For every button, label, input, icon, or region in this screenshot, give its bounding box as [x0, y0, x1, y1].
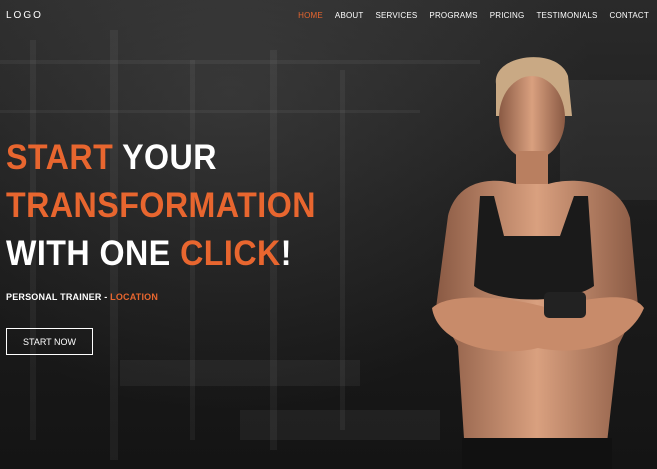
trainer-photo — [432, 57, 644, 469]
nav-item-about[interactable]: ABOUT — [329, 11, 370, 20]
wrist-wrap — [544, 292, 586, 318]
headline-line-3: WITH ONE CLICK! — [6, 230, 316, 278]
head — [499, 76, 565, 160]
nav-item-home[interactable]: HOME — [292, 11, 329, 20]
headline-start: START — [6, 138, 114, 177]
start-now-button[interactable]: START NOW — [6, 328, 93, 355]
hero-headline: START YOUR TRANSFORMATION WITH ONE CLICK… — [6, 134, 343, 278]
nav-item-contact[interactable]: CONTACT — [604, 11, 655, 20]
top-navigation: LOGO HOME ABOUT SERVICES PROGRAMS PRICIN… — [0, 0, 657, 30]
headline-line-1: START YOUR — [6, 134, 316, 182]
subtitle-role: PERSONAL TRAINER - — [6, 292, 111, 302]
headline-with-one: WITH ONE — [6, 234, 171, 273]
nav-item-services[interactable]: SERVICES — [369, 11, 423, 20]
neck — [516, 151, 548, 187]
subtitle-location: LOCATION — [110, 292, 159, 302]
nav-item-programs[interactable]: PROGRAMS — [423, 11, 483, 20]
headline-line-2: TRANSFORMATION — [6, 186, 316, 225]
nav-item-testimonials[interactable]: TESTIMONIALS — [530, 11, 603, 20]
headline-click: CLICK — [180, 234, 281, 273]
nav-menu: HOME ABOUT SERVICES PROGRAMS PRICING TES… — [292, 11, 655, 20]
shorts — [462, 438, 612, 469]
site-logo[interactable]: LOGO — [6, 10, 43, 21]
hero-subtitle: PERSONAL TRAINER - LOCATION — [6, 292, 158, 302]
headline-exclamation: ! — [280, 234, 292, 273]
nav-item-pricing[interactable]: PRICING — [484, 11, 531, 20]
headline-your: YOUR — [122, 138, 217, 177]
